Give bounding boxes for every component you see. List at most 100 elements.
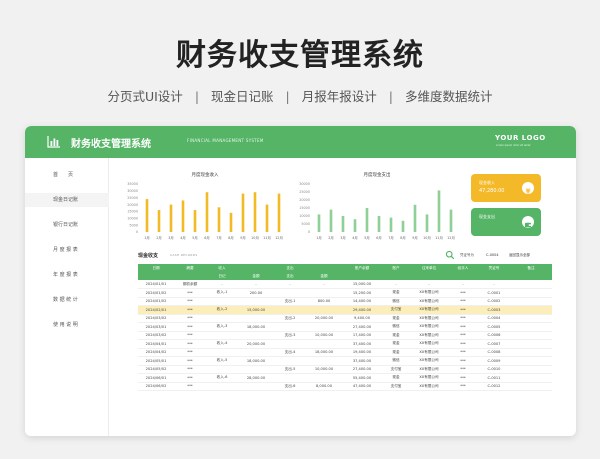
sidebar-item-statistics[interactable]: 数 据 统 计 bbox=[25, 293, 109, 307]
table-cell bbox=[510, 314, 552, 323]
table-cell: 现金 bbox=[382, 373, 410, 383]
column-subheader bbox=[448, 272, 478, 280]
bar[interactable] bbox=[389, 217, 393, 232]
table-cell: 收入-2 bbox=[206, 305, 238, 315]
hero-feature: 多维度数据统计 bbox=[405, 89, 493, 104]
table-cell bbox=[306, 339, 342, 349]
x-tick-label: 3月 bbox=[168, 236, 174, 240]
search-icon[interactable] bbox=[445, 250, 455, 260]
bar[interactable] bbox=[157, 210, 161, 232]
table-cell bbox=[306, 373, 342, 383]
y-tick-label: 25000 bbox=[299, 190, 310, 194]
bar[interactable] bbox=[365, 208, 369, 232]
x-tick-label: 5月 bbox=[364, 236, 370, 240]
table-cell bbox=[306, 305, 342, 315]
table-row[interactable]: 2024/06/01 *** 收入-6 28,000.00 55,400.00 现金 XX有… bbox=[138, 373, 552, 383]
table-cell bbox=[274, 322, 306, 332]
bar[interactable] bbox=[449, 209, 453, 232]
app-subtitle: FINANCIAL MANAGEMENT SYSTEM bbox=[187, 138, 264, 143]
table-row[interactable]: 2024/05/01 *** 收入-5 18,000.00 37,400.00 微信 XX有… bbox=[138, 356, 552, 366]
table-cell bbox=[206, 365, 238, 374]
table-row[interactable]: 2024/01/02 *** 支出-1 800.00 14,400.00 微信 XX有限公司… bbox=[138, 297, 552, 306]
table-cell bbox=[510, 382, 552, 391]
table-cell bbox=[306, 356, 342, 366]
table-cell: *** bbox=[174, 297, 206, 306]
table-cell: - bbox=[306, 280, 342, 289]
expense-chart: 月度现金支出 0 5000 10000 15000 20000 25000 30000 1月 2… bbox=[293, 168, 461, 242]
table-cell: C-0004 bbox=[478, 314, 510, 323]
bar[interactable] bbox=[169, 204, 173, 232]
table-row[interactable]: 2024/01/01 期初余额 - - - -15,000.00- - - - bbox=[138, 280, 552, 289]
bar[interactable] bbox=[437, 190, 441, 232]
column-header: 凭证号 bbox=[478, 264, 510, 272]
bar[interactable] bbox=[341, 216, 345, 232]
table-cell: *** bbox=[448, 348, 478, 357]
table-cell bbox=[274, 356, 306, 366]
table-row[interactable]: 2024/03/01 *** 收入-3 18,000.00 27,400.00 微信 XX有… bbox=[138, 322, 552, 332]
sidebar-item-bank-journal[interactable]: 银行日记账 bbox=[25, 218, 109, 232]
bar[interactable] bbox=[217, 207, 221, 232]
column-header bbox=[306, 264, 342, 272]
sidebar-item-monthly-report[interactable]: 月 度 报 表 bbox=[25, 243, 109, 257]
bar[interactable] bbox=[329, 209, 333, 232]
bar[interactable] bbox=[181, 200, 185, 232]
bar[interactable] bbox=[413, 204, 417, 232]
table-cell: 27,400.00 bbox=[342, 322, 382, 332]
table-cell bbox=[510, 331, 552, 340]
bar[interactable] bbox=[145, 199, 149, 232]
table-cell bbox=[510, 288, 552, 298]
table-row[interactable]: 2024/02/01 *** 收入-2 15,000.00 29,400.00 支付宝 XX… bbox=[138, 305, 552, 315]
column-header: 支出 bbox=[274, 264, 306, 272]
x-tick-label: 10月 bbox=[423, 236, 431, 240]
sidebar: 首 页 现金日记账 银行日记账 月 度 报 表 年 度 报 表 数 据 统 计 … bbox=[25, 158, 109, 436]
show-all-link[interactable]: 返回显示全部 bbox=[509, 253, 530, 258]
y-tick-label: 30000 bbox=[299, 182, 310, 186]
bar[interactable] bbox=[205, 192, 209, 232]
table-cell: C-0003 bbox=[478, 305, 510, 315]
bar[interactable] bbox=[353, 219, 357, 232]
table-row[interactable]: 2024/03/02 *** 支出-2 20,000.00 9,400.00 现金 XX有限… bbox=[138, 314, 552, 323]
bar[interactable] bbox=[317, 214, 321, 232]
table-row[interactable]: 2024/04/01 *** 收入-4 20,000.00 37,400.00 现金 XX有… bbox=[138, 339, 552, 349]
sidebar-item-annual-report[interactable]: 年 度 报 表 bbox=[25, 268, 109, 282]
bar[interactable] bbox=[425, 214, 429, 232]
x-tick-label: 6月 bbox=[204, 236, 210, 240]
column-subheader bbox=[382, 272, 410, 280]
table-cell bbox=[510, 339, 552, 349]
sidebar-item-help[interactable]: 使 用 说 明 bbox=[25, 318, 109, 332]
table-cell: XX有限公司 bbox=[410, 305, 448, 315]
table-cell: *** bbox=[174, 356, 206, 366]
filter-value[interactable]: C-0004 bbox=[486, 253, 499, 257]
bar[interactable] bbox=[253, 192, 257, 232]
table-row[interactable]: 2024/03/02 *** 支出-3 10,000.00 17,400.00 现金 XX有… bbox=[138, 331, 552, 340]
y-tick-label: 0 bbox=[308, 230, 310, 234]
bar[interactable] bbox=[193, 210, 197, 232]
table-row[interactable]: 2024/01/02 *** 收入-1 200.00 15,200.00 现金 XX有限公司… bbox=[138, 288, 552, 298]
column-subheader: 金额 bbox=[306, 272, 342, 280]
bar[interactable] bbox=[401, 220, 405, 232]
table-row[interactable]: 2024/06/02 *** 支出-6 8,000.00 47,400.00 支付宝 XX有… bbox=[138, 382, 552, 391]
bar[interactable] bbox=[277, 193, 281, 232]
table-cell: - bbox=[382, 280, 410, 289]
table-row[interactable]: 2024/05/02 *** 支出-5 10,000.00 27,400.00 支付宝 XX… bbox=[138, 365, 552, 374]
sidebar-item-home[interactable]: 首 页 bbox=[25, 168, 109, 182]
table-row[interactable]: 2024/04/02 *** 支出-4 18,000.00 19,400.00 现金 XX有… bbox=[138, 348, 552, 357]
bar[interactable] bbox=[241, 193, 245, 232]
bar[interactable] bbox=[377, 216, 381, 232]
sidebar-item-cash-journal[interactable]: 现金日记账 bbox=[25, 193, 109, 207]
expense-card[interactable]: 现金支出 bbox=[471, 208, 541, 236]
bar[interactable] bbox=[229, 212, 233, 232]
table-cell: *** bbox=[448, 373, 478, 383]
column-header: 往来单位 bbox=[410, 264, 448, 272]
income-card[interactable]: 现金收入 47,280.00 ¥ bbox=[471, 174, 541, 202]
x-tick-label: 9月 bbox=[412, 236, 418, 240]
table-cell: 收入-5 bbox=[206, 356, 238, 366]
table-cell: 收入-4 bbox=[206, 339, 238, 349]
bar[interactable] bbox=[265, 204, 269, 232]
table-cell: 2024/04/02 bbox=[138, 348, 174, 357]
column-subheader: 日记 bbox=[206, 272, 238, 280]
x-tick-label: 11月 bbox=[435, 236, 443, 240]
table-cell: XX有限公司 bbox=[410, 382, 448, 391]
table-cell bbox=[238, 331, 274, 340]
table-cell: XX有限公司 bbox=[410, 356, 448, 366]
